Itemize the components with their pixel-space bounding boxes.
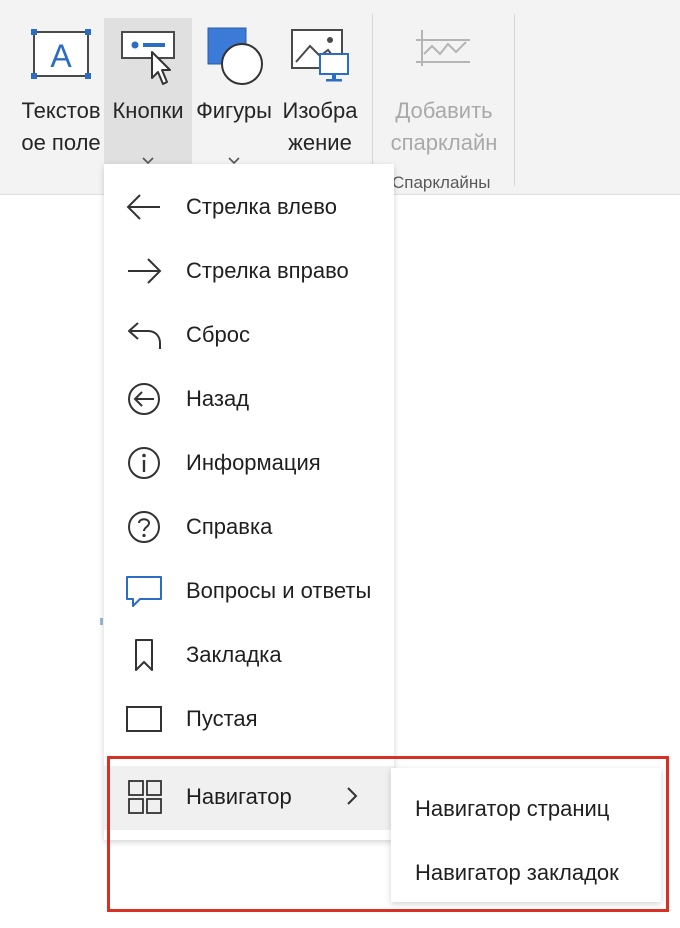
info-icon	[128, 447, 160, 479]
menu-item-back[interactable]: Назад	[104, 368, 394, 430]
chevron-right-icon	[347, 787, 358, 805]
menu-item-reset[interactable]: Сброс	[104, 304, 394, 366]
menu-item-label: Справка	[186, 514, 273, 539]
menu-item-info[interactable]: Информация	[104, 432, 394, 494]
menu-item-label: Стрелка вправо	[186, 258, 349, 283]
add-sparkline-label-1: Добавить	[395, 98, 493, 123]
menu-item-label: Сброс	[186, 322, 250, 347]
blank-icon	[126, 706, 162, 732]
bookmark-icon	[135, 639, 153, 671]
help-icon	[128, 511, 160, 543]
menu-item-blank[interactable]: Пустая	[104, 688, 394, 750]
menu-item-label: Закладка	[186, 642, 282, 667]
svg-text:A: A	[50, 38, 72, 74]
picture-label-1: Изобра	[282, 98, 358, 123]
ribbon-separator	[372, 14, 373, 186]
buttons-dropdown-menu: Стрелка влево Стрелка вправо Сброс Назад…	[104, 164, 394, 840]
submenu-item-bookmark-navigator[interactable]: Навигатор закладок	[391, 844, 661, 904]
sparkline-icon	[384, 26, 504, 106]
text-box-label-2: ое поле	[21, 130, 101, 155]
menu-item-label: Информация	[186, 450, 321, 475]
text-box-icon: A	[18, 26, 104, 106]
text-box-button[interactable]: A Текстов ое поле	[18, 18, 104, 164]
menu-item-label: Вопросы и ответы	[186, 578, 372, 603]
submenu-item-label: Навигатор закладок	[415, 860, 619, 885]
qa-speech-bubble-icon	[126, 576, 162, 607]
picture-button[interactable]: Изобра жение	[278, 18, 362, 164]
back-circle-icon	[128, 383, 160, 415]
menu-item-label: Навигатор	[186, 784, 292, 809]
buttons-dropdown-button[interactable]: Кнопки	[104, 18, 192, 165]
picture-icon	[278, 26, 362, 106]
menu-item-navigator[interactable]: Навигатор	[104, 766, 394, 830]
navigator-submenu: Навигатор страниц Навигатор закладок	[391, 768, 661, 902]
arrow-right-icon	[128, 258, 162, 284]
buttons-label: Кнопки	[112, 98, 184, 123]
add-sparkline-label-2: спарклайн	[390, 130, 498, 155]
menu-item-label: Назад	[186, 386, 250, 411]
add-sparkline-button[interactable]: Добавить спарклайн	[384, 18, 504, 164]
navigator-grid-icon	[128, 780, 162, 814]
menu-item-qa[interactable]: Вопросы и ответы	[104, 560, 394, 622]
shapes-icon	[192, 26, 276, 106]
text-box-label-1: Текстов	[21, 98, 101, 123]
menu-item-arrow-left[interactable]: Стрелка влево	[104, 176, 394, 238]
shapes-label: Фигуры	[196, 98, 272, 123]
arrow-left-icon	[126, 194, 160, 220]
reset-icon	[128, 322, 161, 349]
menu-item-help[interactable]: Справка	[104, 496, 394, 558]
ribbon-separator	[514, 14, 515, 186]
menu-item-arrow-right[interactable]: Стрелка вправо	[104, 240, 394, 302]
button-cursor-icon	[104, 26, 192, 106]
menu-item-bookmark[interactable]: Закладка	[104, 624, 394, 686]
cell-selection-mark	[100, 618, 103, 625]
menu-item-label: Пустая	[186, 706, 258, 731]
submenu-item-page-navigator[interactable]: Навигатор страниц	[391, 780, 661, 840]
shapes-dropdown-button[interactable]: Фигуры	[192, 18, 276, 165]
submenu-item-label: Навигатор страниц	[415, 796, 610, 821]
menu-item-label: Стрелка влево	[186, 194, 337, 219]
sparklines-group-label: Спарклайны	[392, 173, 491, 192]
picture-label-2: жение	[288, 130, 352, 155]
